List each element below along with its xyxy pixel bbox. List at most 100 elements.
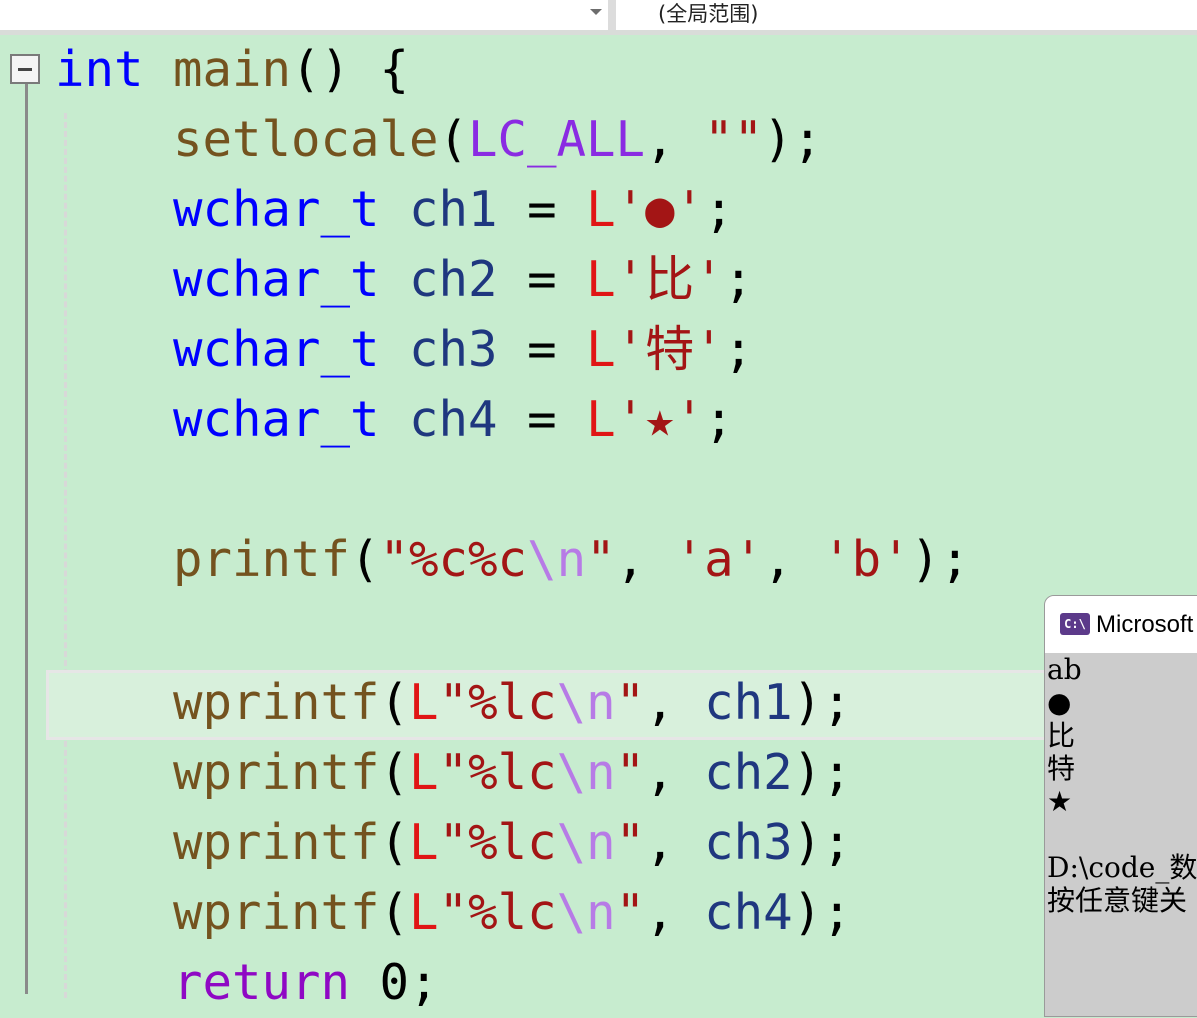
- punctuation-token: (: [379, 814, 410, 871]
- operator-token: =: [497, 321, 587, 378]
- chevron-down-icon[interactable]: [590, 9, 602, 15]
- navigation-bar: (全局范围): [0, 0, 1197, 30]
- operator-token: =: [497, 391, 587, 448]
- punctuation-token: ,: [645, 111, 705, 168]
- code-line[interactable]: wprintf(L"%lc\n", ch2);: [55, 738, 852, 808]
- string-token: "": [704, 111, 764, 168]
- code-line[interactable]: setlocale(LC_ALL, "");: [55, 105, 822, 175]
- code-line[interactable]: int main() {: [55, 35, 409, 105]
- variable-token: ch3: [409, 321, 498, 378]
- punctuation-token: ;: [704, 391, 734, 448]
- fold-region-line: [25, 84, 28, 994]
- console-title-bar[interactable]: C:\ Microsoft: [1045, 596, 1197, 653]
- operator-token: =: [497, 181, 587, 238]
- prefix-token: L: [409, 814, 439, 871]
- console-output-line: ★: [1047, 785, 1073, 818]
- punctuation-token: ;: [723, 251, 754, 308]
- operator-token: =: [497, 251, 587, 308]
- variable-token: ch2: [409, 251, 498, 308]
- punctuation-token: );: [792, 674, 852, 731]
- macro-token: LC_ALL: [468, 111, 646, 168]
- console-app-icon: C:\: [1060, 613, 1090, 635]
- string-token: "%lc: [438, 744, 557, 801]
- code-line[interactable]: wprintf(L"%lc\n", ch3);: [55, 808, 852, 878]
- char-literal-token: 'b': [822, 531, 911, 588]
- punctuation-token: );: [910, 531, 970, 588]
- string-token: "%lc: [438, 884, 557, 941]
- char-literal-token: '★': [615, 391, 705, 448]
- type-token: wchar_t: [173, 251, 380, 308]
- punctuation-token: ,: [645, 744, 705, 801]
- escape-token: \n: [556, 674, 616, 731]
- console-title: Microsoft: [1096, 611, 1194, 638]
- punctuation-token: (: [438, 111, 469, 168]
- prefix-token: L: [586, 391, 616, 448]
- code-line[interactable]: wchar_t ch1 = L'●';: [55, 175, 734, 245]
- function-token: wprintf: [173, 744, 380, 801]
- keyword-token: return: [173, 954, 351, 1011]
- scope-label: (全局范围): [658, 2, 759, 26]
- type-token: wchar_t: [173, 391, 380, 448]
- prefix-token: L: [409, 674, 439, 731]
- code-line[interactable]: wprintf(L"%lc\n", ch4);: [55, 878, 852, 948]
- scope-dropdown[interactable]: [0, 0, 608, 30]
- punctuation-token: (: [379, 884, 410, 941]
- punctuation-token: ,: [645, 814, 705, 871]
- variable-token: ch1: [409, 181, 498, 238]
- variable-token: ch1: [704, 674, 793, 731]
- code-line[interactable]: wchar_t ch2 = L'比';: [55, 245, 753, 315]
- char-literal-token: '特': [615, 321, 724, 378]
- console-window[interactable]: C:\ Microsoft ab ● 比 特 ★ D:\code_数 按任意键关: [1044, 595, 1197, 1017]
- code-line[interactable]: wchar_t ch3 = L'特';: [55, 315, 753, 385]
- punctuation-token: () {: [291, 41, 410, 98]
- type-token: wchar_t: [173, 321, 380, 378]
- prefix-token: L: [586, 321, 616, 378]
- punctuation-token: ,: [645, 674, 705, 731]
- variable-token: ch2: [704, 744, 793, 801]
- variable-token: ch3: [704, 814, 793, 871]
- char-literal-token: '●': [615, 181, 705, 238]
- console-output-line: 按任意键关: [1047, 884, 1188, 917]
- string-token: "%lc: [438, 814, 557, 871]
- variable-token: ch4: [704, 884, 793, 941]
- console-output: ab ● 比 特 ★ D:\code_数 按任意键关: [1047, 653, 1197, 917]
- code-line[interactable]: wchar_t ch4 = L'★';: [55, 385, 734, 455]
- console-output-line: ab: [1047, 653, 1082, 686]
- code-line[interactable]: printf("%c%c\n", 'a', 'b');: [55, 525, 970, 595]
- escape-token: \n: [556, 884, 616, 941]
- code-editor[interactable]: int main() { setlocale(LC_ALL, ""); wcha…: [0, 35, 1197, 1011]
- code-line[interactable]: wprintf(L"%lc\n", ch1);: [55, 668, 852, 738]
- punctuation-token: ,: [615, 531, 675, 588]
- char-literal-token: '比': [615, 251, 724, 308]
- string-token: "%c%c: [379, 531, 528, 588]
- punctuation-token: 0;: [350, 954, 439, 1011]
- console-output-line: 特: [1047, 752, 1076, 785]
- punctuation-token: (: [379, 744, 410, 801]
- string-token: ": [615, 744, 646, 801]
- function-token: wprintf: [173, 674, 380, 731]
- collapse-icon[interactable]: [10, 54, 40, 84]
- prefix-token: L: [586, 181, 616, 238]
- punctuation-token: ;: [704, 181, 734, 238]
- function-token: setlocale: [173, 111, 439, 168]
- punctuation-token: );: [792, 884, 852, 941]
- console-output-line: D:\code_数: [1047, 851, 1197, 884]
- code-line[interactable]: return 0;: [55, 948, 439, 1018]
- punctuation-token: ,: [763, 531, 823, 588]
- punctuation-token: (: [379, 674, 410, 731]
- navigation-bar-divider: [608, 0, 616, 30]
- string-token: ": [615, 674, 646, 731]
- function-token: wprintf: [173, 884, 380, 941]
- variable-token: ch4: [409, 391, 498, 448]
- char-literal-token: 'a': [674, 531, 764, 588]
- escape-token: \n: [556, 744, 616, 801]
- keyword-token: int: [55, 41, 144, 98]
- punctuation-token: );: [792, 814, 852, 871]
- function-token: wprintf: [173, 814, 380, 871]
- console-output-line: 比: [1047, 719, 1076, 752]
- escape-token: \n: [527, 531, 587, 588]
- member-dropdown[interactable]: (全局范围): [616, 0, 1197, 30]
- punctuation-token: ,: [645, 884, 705, 941]
- string-token: "%lc: [438, 674, 557, 731]
